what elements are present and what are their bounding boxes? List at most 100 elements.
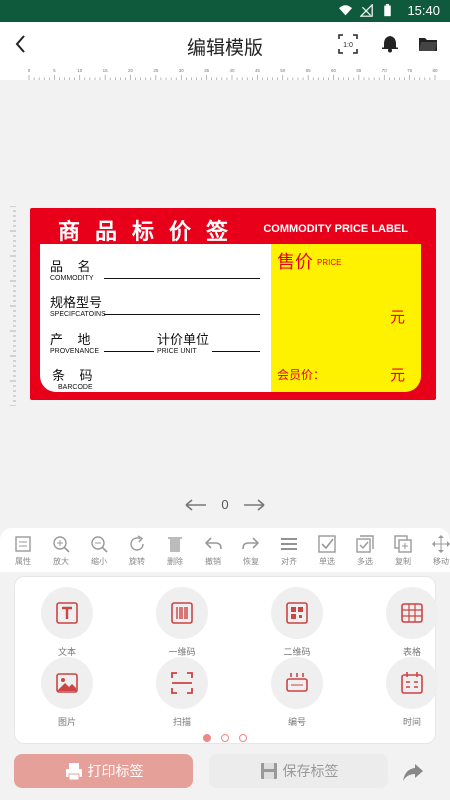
time-icon: [401, 672, 423, 694]
label-header-cn[interactable]: 商品标价签: [58, 214, 243, 246]
save-label-text: 保存标签: [282, 763, 339, 779]
toolbar-move-button[interactable]: 移动: [422, 534, 450, 567]
toolbar-undo-button[interactable]: 撤销: [194, 534, 232, 567]
label-canvas[interactable]: 0 5 10 15 20 25 30 35 40 45 50 55 60 65 70 75 80 商品标价签 C…: [0, 66, 450, 528]
print-label-button[interactable]: 打印标签: [14, 754, 193, 788]
copy-icon: [394, 535, 412, 553]
folder-icon[interactable]: [418, 34, 438, 54]
toolbar-rotate-button[interactable]: 旋转: [118, 534, 156, 567]
align-icon: [281, 538, 297, 550]
ruler-tick-label: 20: [128, 68, 134, 73]
scale-button[interactable]: 1:0: [338, 34, 358, 54]
toolbar-properties-button[interactable]: 属性: [4, 534, 42, 567]
battery-icon: [384, 4, 391, 17]
insert-item-label: 时间: [402, 717, 421, 727]
ruler-tick-label: 65: [356, 68, 362, 73]
barcode-label-cn: 条 码: [52, 368, 93, 383]
move-icon: [432, 535, 450, 553]
toolbar-zoom-in-button[interactable]: 放大: [42, 534, 80, 567]
insert-barcode-button[interactable]: 一维码: [142, 587, 222, 658]
insert-icon-circle: [271, 657, 323, 709]
provenance-label-cn: 产 地: [50, 332, 91, 347]
bell-icon[interactable]: [380, 34, 400, 54]
specifications-underline: [104, 314, 260, 315]
save-label-button[interactable]: 保存标签: [209, 754, 388, 788]
insert-item-label: 扫描: [172, 717, 191, 727]
insert-icon-circle: [156, 587, 208, 639]
insert-time-button[interactable]: 时间: [372, 657, 450, 728]
toolbar-label: 复制: [395, 557, 411, 566]
single-select-icon: [318, 535, 336, 553]
ruler-tick-label: 0: [28, 68, 31, 73]
rotate-icon: [130, 535, 144, 551]
ruler-tick-label: 30: [179, 68, 185, 73]
price-label[interactable]: 商品标价签 COMMODITY PRICE LABEL 品 名 COMMODIT…: [30, 208, 436, 400]
commodity-underline: [104, 278, 260, 279]
ruler-tick-label: 50: [280, 68, 286, 73]
insert-serial-number-button[interactable]: 编号: [257, 657, 337, 728]
toolbar-redo-button[interactable]: 恢复: [232, 534, 270, 567]
insert-item-label: 编号: [287, 717, 306, 727]
page-navigator: 0: [0, 496, 450, 518]
redo-icon: [242, 537, 260, 550]
save-icon: [260, 763, 277, 779]
scale-label: 1:0: [343, 42, 353, 49]
price-unit-field[interactable]: 计价单位 PRICE UNIT: [157, 329, 209, 355]
provenance-label-en: PROVENANCE: [50, 348, 100, 355]
ruler-tick-label: 45: [255, 68, 261, 73]
commodity-field[interactable]: 品 名 COMMODITY: [50, 256, 94, 282]
provenance-field[interactable]: 产 地 PROVENANCE: [50, 329, 99, 355]
image-icon: [56, 673, 78, 693]
ruler-tick-label: 55: [306, 68, 312, 73]
toolbar-label: 恢复: [243, 557, 259, 566]
toolbar-multi-select-button[interactable]: 多选: [346, 534, 384, 567]
label-header-en[interactable]: COMMODITY PRICE LABEL: [263, 223, 408, 235]
page-number: 0: [221, 497, 229, 513]
toolbar-copy-button[interactable]: 复制: [384, 534, 422, 567]
toolbar-label: 缩小: [91, 557, 107, 566]
insert-table-button[interactable]: 表格: [372, 587, 450, 658]
price-yuan: 元: [389, 309, 405, 326]
next-page-icon[interactable]: [243, 499, 265, 511]
label-info-area[interactable]: 品 名 COMMODITY 规格型号 SPECIFCATOINS 产 地 PRO…: [40, 244, 271, 392]
label-price-area[interactable]: 售价 PRICE 元 会员价： 元: [271, 244, 421, 392]
insert-panel: 文本 一维码 二维码 表格 图片 扫描 编号 时间: [14, 576, 438, 747]
insert-icon-circle: [41, 587, 93, 639]
toolbar-zoom-out-button[interactable]: 缩小: [80, 534, 118, 567]
barcode-field[interactable]: 条 码 BARCODE: [52, 365, 93, 391]
ruler-tick-label: 10: [77, 68, 83, 73]
toolbar-delete-button[interactable]: 删除: [156, 534, 194, 567]
scale-icon: 1:0: [338, 34, 358, 54]
page-dot[interactable]: [239, 734, 247, 742]
multi-select-icon: [356, 535, 374, 553]
prev-page-icon[interactable]: [185, 499, 207, 511]
delete-icon: [168, 537, 182, 552]
insert-text-button[interactable]: 文本: [27, 587, 107, 658]
insert-qrcode-button[interactable]: 二维码: [257, 587, 337, 658]
insert-icon-circle: [41, 657, 93, 709]
specifications-field[interactable]: 规格型号 SPECIFCATOINS: [50, 292, 106, 318]
insert-scan-button[interactable]: 扫描: [142, 657, 222, 728]
toolbar-align-button[interactable]: 对齐: [270, 534, 308, 567]
toolbar-label: 多选: [357, 557, 373, 566]
qrcode-icon: [286, 602, 308, 624]
page-dot[interactable]: [203, 734, 211, 742]
undo-icon: [204, 537, 222, 550]
left-ruler: [10, 206, 16, 406]
ruler-tick-label: 40: [229, 68, 235, 73]
wifi-icon: [339, 5, 352, 16]
scan-icon: [171, 672, 193, 694]
insert-icon-circle: [156, 657, 208, 709]
panel-page-indicator: [15, 729, 435, 747]
insert-image-button[interactable]: 图片: [27, 657, 107, 728]
top-ruler: 0 5 10 15 20 25 30 35 40 45 50 55 60 65 70 75 80: [0, 66, 450, 80]
status-bar: 15:40: [0, 0, 450, 22]
toolbar-single-select-button[interactable]: 单选: [308, 534, 346, 567]
page-dot[interactable]: [221, 734, 229, 742]
price-label-cn: 售价: [277, 252, 313, 272]
share-icon[interactable]: [402, 762, 424, 782]
ruler-tick-label: 75: [407, 68, 413, 73]
toolbar-label: 撤销: [205, 557, 221, 566]
barcode-icon: [171, 602, 193, 624]
ruler-tick-label: 5: [53, 68, 56, 73]
